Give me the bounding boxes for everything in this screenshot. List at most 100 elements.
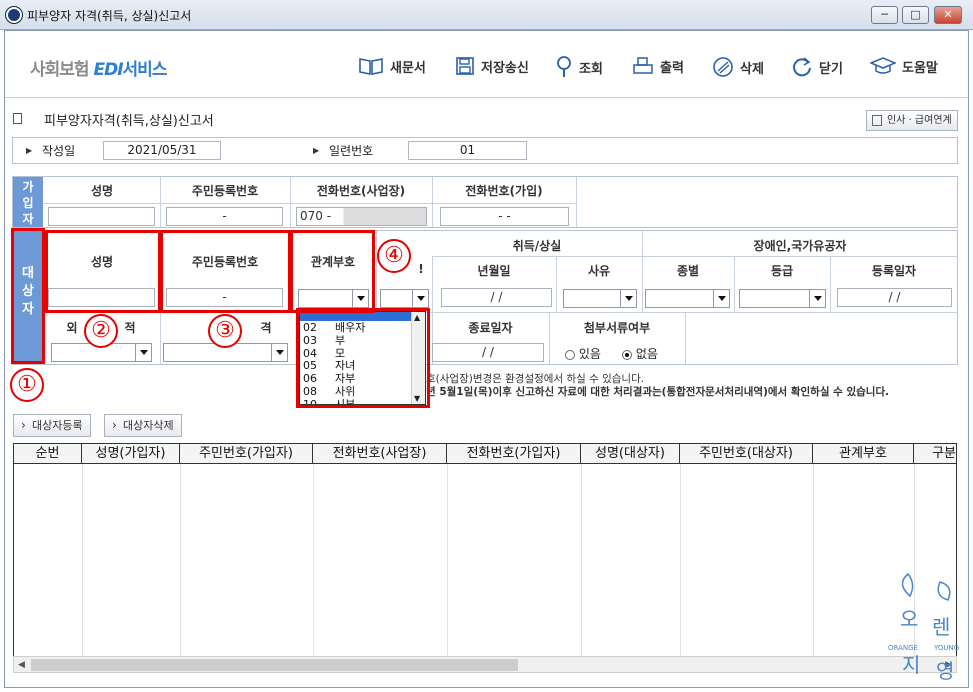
toolbar-label: 도움말 xyxy=(902,60,938,76)
sub-phone-biz-input[interactable]: 070 - xyxy=(296,207,427,226)
attach-yes-radio[interactable]: 있음 xyxy=(565,345,601,362)
chevron-down-icon xyxy=(713,290,729,307)
watermark-brand: ORANGE xyxy=(888,644,918,652)
end-date-header: 종료일자 xyxy=(468,321,513,335)
logo: 사회보험 EDI서비스 xyxy=(30,55,167,80)
title-bar: 피부양자 자격(취득, 상실)신고서 ─ □ ✕ xyxy=(0,0,973,30)
document-icon xyxy=(13,113,22,124)
chevron-down-icon xyxy=(135,344,151,361)
type-select[interactable] xyxy=(645,289,730,308)
toolbar-delete-button[interactable]: 삭제 xyxy=(712,56,764,78)
chevron-down-icon xyxy=(620,290,636,307)
acq-loss-header: 취득/상실 xyxy=(512,239,562,253)
app-icon xyxy=(6,7,22,23)
save-icon xyxy=(456,57,474,75)
acq-loss-select[interactable] xyxy=(380,289,429,308)
toolbar-help-button[interactable]: 도움말 xyxy=(870,56,938,76)
created-label: 작성일 xyxy=(42,144,76,158)
col-header[interactable]: 성명(대상자) xyxy=(581,444,680,464)
toolbar-label: 닫기 xyxy=(819,61,843,77)
search-icon xyxy=(557,56,571,77)
window-title: 피부양자 자격(취득, 상실)신고서 xyxy=(27,9,192,23)
type-header: 종별 xyxy=(676,264,700,278)
refresh-icon xyxy=(793,57,811,77)
toolbar-label: 출력 xyxy=(660,60,684,76)
col-header[interactable]: 주민번호(가입자) xyxy=(180,444,313,464)
nationality-header: 적 xyxy=(124,321,136,335)
annotation-number-2: ② xyxy=(84,314,118,348)
minimize-button[interactable]: ─ xyxy=(871,6,898,24)
form-title: 피부양자자격(취득,상실)신고서 xyxy=(44,114,214,129)
attach-no-radio[interactable]: 없음 xyxy=(622,345,658,362)
toolbar-label: 저장송신 xyxy=(481,60,529,76)
annotation-number-1: ① xyxy=(10,368,44,402)
col-header[interactable]: 성명(가입자) xyxy=(82,444,180,464)
col-header[interactable]: 관계부호 xyxy=(813,444,914,464)
col-header[interactable]: 순번 xyxy=(14,444,82,464)
graduation-cap-icon xyxy=(870,57,896,74)
annotation-number-3: ③ xyxy=(208,314,242,348)
col-header[interactable]: 구분 xyxy=(914,444,956,464)
toolbar-label: 새문서 xyxy=(390,60,426,76)
arrow-icon: ▶ xyxy=(26,146,33,155)
delete-target-button[interactable]: 대상자삭제 xyxy=(104,414,182,437)
toolbar-new-button[interactable]: 새문서 xyxy=(358,56,426,76)
col-divider xyxy=(82,464,83,658)
reg-date-input[interactable]: / / xyxy=(837,288,952,307)
hr-link-label: 인사 · 급여연계 xyxy=(887,115,952,126)
foreigner-header: 외 xyxy=(66,321,78,335)
col-divider xyxy=(581,464,582,658)
target-table[interactable]: 순번 성명(가입자) 주민번호(가입자) 전화번호(사업장) 전화번호(가입자)… xyxy=(13,443,957,659)
reason-select[interactable] xyxy=(563,289,637,308)
sub-rrn-input[interactable]: - xyxy=(166,207,283,226)
col-divider xyxy=(313,464,314,658)
end-date-input[interactable]: / / xyxy=(432,343,544,362)
annotation-box-4 xyxy=(290,230,375,313)
watermark-char: 오 xyxy=(900,607,918,631)
close-button[interactable]: ✕ xyxy=(934,6,962,24)
col-divider xyxy=(685,313,686,364)
col-divider xyxy=(376,231,377,312)
chevron-down-icon xyxy=(271,344,287,361)
toolbar-save-button[interactable]: 저장송신 xyxy=(455,56,529,76)
maximize-button[interactable]: □ xyxy=(902,6,929,24)
sub-rrn-header: 주민등록번호 xyxy=(191,184,259,198)
logo-edi: EDI xyxy=(93,60,123,80)
sub-phone-header: 전화번호(가입) xyxy=(465,184,543,198)
col-header[interactable]: 전화번호(사업장) xyxy=(313,444,447,464)
col-divider xyxy=(813,464,814,658)
watermark-char: 영 xyxy=(936,659,954,683)
toolbar-label: 조회 xyxy=(579,61,603,77)
watermark-char: 지 xyxy=(902,653,920,677)
watermark-char: 렌 xyxy=(932,615,950,639)
toolbar-search-button[interactable]: 조회 xyxy=(555,56,603,78)
annotation-box-dropdown xyxy=(296,308,430,408)
logo-prefix: 사회보험 xyxy=(30,60,94,80)
serial-label: 일련번호 xyxy=(329,144,374,158)
toolbar-close-button[interactable]: 닫기 xyxy=(791,56,843,78)
reg-date-header: 등록일자 xyxy=(871,264,917,278)
print-icon xyxy=(633,57,653,74)
serial-number-input[interactable]: 01 xyxy=(408,141,527,160)
col-divider xyxy=(447,464,448,658)
date-input[interactable]: / / xyxy=(441,288,552,307)
sub-name-input[interactable] xyxy=(48,207,155,226)
toolbar-label: 삭제 xyxy=(740,61,764,77)
register-target-button[interactable]: 대상자등록 xyxy=(13,414,91,437)
row-divider xyxy=(432,256,958,257)
col-divider xyxy=(680,464,681,658)
scroll-left-icon[interactable]: ◀ xyxy=(18,660,25,670)
table-horizontal-scrollbar[interactable]: ◀ ▶ xyxy=(13,656,957,673)
created-date-input[interactable]: 2021/05/31 xyxy=(103,141,221,160)
hr-link-button[interactable]: 인사 · 급여연계 xyxy=(866,110,958,131)
reason-header: 사유 xyxy=(587,264,611,278)
date-header: 년월일 xyxy=(477,264,511,278)
scroll-thumb[interactable] xyxy=(31,659,518,671)
radio-icon xyxy=(565,349,575,360)
toolbar-print-button[interactable]: 출력 xyxy=(632,56,684,76)
grade-select[interactable] xyxy=(739,289,826,308)
col-header[interactable]: 주민번호(대상자) xyxy=(680,444,813,464)
sub-phone-input[interactable]: - - xyxy=(440,207,569,226)
row-divider xyxy=(44,203,576,204)
col-header[interactable]: 전화번호(가입자) xyxy=(447,444,581,464)
